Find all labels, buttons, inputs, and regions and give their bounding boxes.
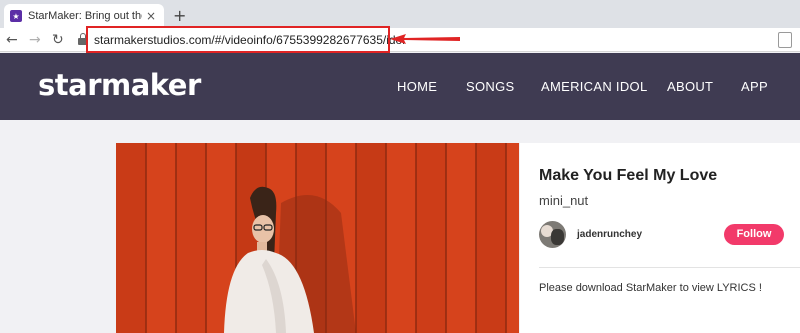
back-icon[interactable]: ←	[6, 31, 18, 49]
lyrics-message: Please download StarMaker to view LYRICS…	[539, 282, 762, 294]
video-frame-image	[116, 143, 519, 333]
url-highlight-box	[86, 26, 390, 53]
nav-home[interactable]: HOME	[397, 79, 437, 94]
nav-about[interactable]: ABOUT	[667, 79, 713, 94]
annotation-arrow-icon	[390, 34, 460, 44]
video-player[interactable]	[116, 143, 519, 333]
extension-icon[interactable]	[778, 32, 792, 48]
main-content: Make You Feel My Love mini_nut jadenrunc…	[0, 120, 800, 333]
divider	[539, 267, 800, 268]
starmaker-favicon-icon: ★	[10, 10, 22, 22]
nav-american-idol[interactable]: AMERICAN IDOL	[541, 79, 647, 94]
nav-app[interactable]: APP	[741, 79, 768, 94]
reload-icon[interactable]: ↻	[52, 31, 64, 49]
tab-title: StarMaker: Bring out the singer	[28, 10, 142, 22]
avatar[interactable]	[539, 221, 566, 248]
forward-icon[interactable]: →	[29, 31, 41, 49]
nav-songs[interactable]: SONGS	[466, 79, 514, 94]
song-title: Make You Feel My Love	[539, 167, 718, 184]
site-header: starmaker HOME SONGS AMERICAN IDOL ABOUT…	[0, 53, 800, 120]
song-info-panel: Make You Feel My Love mini_nut jadenrunc…	[520, 143, 800, 333]
follow-button[interactable]: Follow	[724, 224, 784, 245]
browser-tab[interactable]: ★ StarMaker: Bring out the singer ×	[4, 4, 164, 28]
singer-name[interactable]: mini_nut	[539, 193, 588, 208]
uploader-username[interactable]: jadenrunchey	[577, 229, 642, 240]
new-tab-button[interactable]: +	[173, 6, 186, 25]
starmaker-logo[interactable]: starmaker	[38, 68, 201, 102]
browser-tab-bar: ★ StarMaker: Bring out the singer × +	[0, 0, 800, 28]
close-tab-icon[interactable]: ×	[146, 9, 156, 23]
